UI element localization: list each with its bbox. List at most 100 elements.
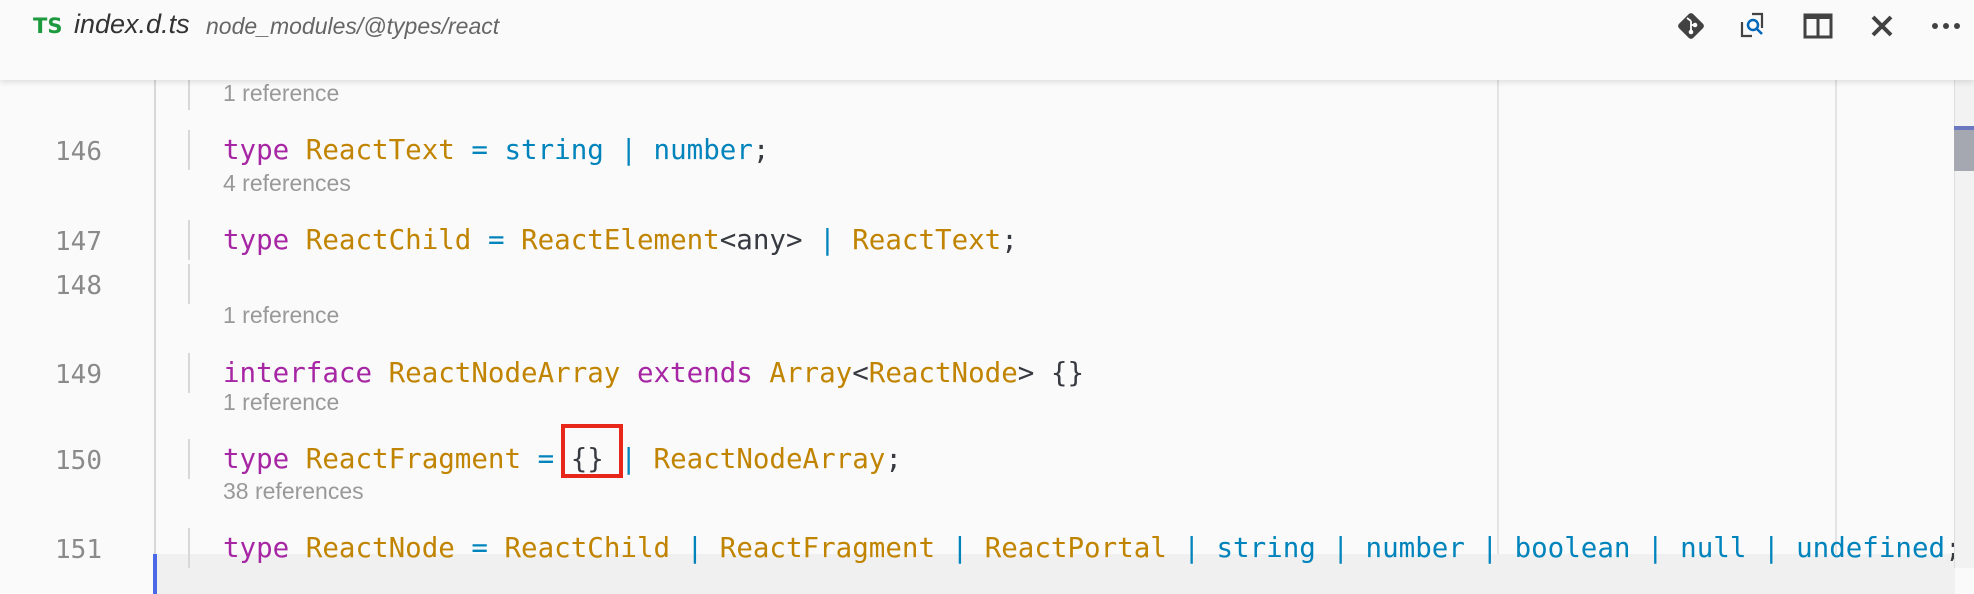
code-line[interactable]: interface ReactNodeArray extends Array<R… xyxy=(223,357,1084,389)
code-token: type xyxy=(223,134,290,166)
code-token: | xyxy=(1332,532,1349,564)
line-number: 150 xyxy=(55,446,102,476)
code-token: ReactText xyxy=(852,224,1002,256)
code-line[interactable]: type ReactChild = ReactElement<any> | Re… xyxy=(223,224,1018,256)
code-token: | xyxy=(951,532,969,564)
code-token: interface xyxy=(223,357,373,389)
code-token: ReactNode xyxy=(305,532,455,564)
split-editor-icon[interactable] xyxy=(1800,8,1836,44)
code-token: <any> xyxy=(719,224,803,256)
code-token: < xyxy=(852,357,869,389)
code-token: | xyxy=(819,224,836,256)
code-token: type xyxy=(223,532,290,564)
code-token: type xyxy=(223,443,290,475)
code-token: number xyxy=(653,134,753,166)
indent-guide xyxy=(188,264,190,304)
open-changes-search-icon[interactable] xyxy=(1736,8,1772,44)
typescript-file-icon: TS xyxy=(33,14,63,38)
current-line-indicator xyxy=(153,554,157,594)
code-token: = xyxy=(537,443,555,475)
line-number: 146 xyxy=(55,137,102,167)
code-token: ReactPortal xyxy=(984,532,1167,564)
line-number: 148 xyxy=(55,271,102,301)
line-number: 149 xyxy=(55,360,102,390)
code-token: ReactNode xyxy=(868,357,1018,389)
codelens-references[interactable]: 38 references xyxy=(223,478,364,505)
code-token: > {} xyxy=(1017,357,1085,389)
codelens-references[interactable]: 1 reference xyxy=(223,302,339,329)
close-icon[interactable] xyxy=(1864,8,1900,44)
indent-guide xyxy=(188,439,190,479)
code-token: ; xyxy=(885,443,902,475)
code-token: ReactFragment xyxy=(719,532,935,564)
code-token: Array xyxy=(769,357,853,389)
editor-tab-header: TS index.d.ts node_modules/@types/react xyxy=(0,0,1974,80)
code-line[interactable]: type ReactText = string | number; xyxy=(223,134,769,166)
code-token: ReactText xyxy=(305,134,455,166)
indent-guide xyxy=(188,528,190,568)
tab-file-path: node_modules/@types/react xyxy=(206,13,500,39)
indent-guide xyxy=(188,80,190,110)
editor-ruler xyxy=(1497,80,1499,568)
code-token: ReactElement xyxy=(521,224,720,256)
code-editor[interactable]: 1 reference 146 type ReactText = string | … xyxy=(0,80,1974,594)
code-token: | xyxy=(620,134,637,166)
scrollbar-thumb[interactable] xyxy=(1954,126,1974,171)
indent-guide xyxy=(188,353,190,393)
code-token: ReactChild xyxy=(504,532,671,564)
code-token: | xyxy=(1481,532,1498,564)
code-token: extends xyxy=(636,357,753,389)
code-token: ; xyxy=(1001,224,1018,256)
line-number: 147 xyxy=(55,227,102,257)
git-icon[interactable] xyxy=(1673,8,1709,44)
line-number: 151 xyxy=(55,535,102,565)
code-token: = xyxy=(471,134,488,166)
codelens-references[interactable]: 1 reference xyxy=(223,389,339,416)
code-token: | xyxy=(1762,532,1780,564)
code-token: type xyxy=(223,224,290,256)
code-line[interactable]: type ReactNode = ReactChild | ReactFragm… xyxy=(223,532,1962,564)
code-token: ReactChild xyxy=(305,224,472,256)
code-token: string xyxy=(504,134,604,166)
code-token: undefined xyxy=(1796,532,1946,564)
codelens-references[interactable]: 1 reference xyxy=(223,80,339,107)
tab-filename[interactable]: index.d.ts xyxy=(74,9,190,40)
code-token: | xyxy=(1183,532,1200,564)
codelens-references[interactable]: 4 references xyxy=(223,170,351,197)
code-token: = xyxy=(471,532,488,564)
editor-ruler xyxy=(1835,80,1837,568)
more-icon[interactable] xyxy=(1928,8,1964,44)
indent-guide xyxy=(188,220,190,260)
indent-guide xyxy=(188,130,190,170)
code-token: | xyxy=(1647,532,1664,564)
code-token: = xyxy=(487,224,505,256)
